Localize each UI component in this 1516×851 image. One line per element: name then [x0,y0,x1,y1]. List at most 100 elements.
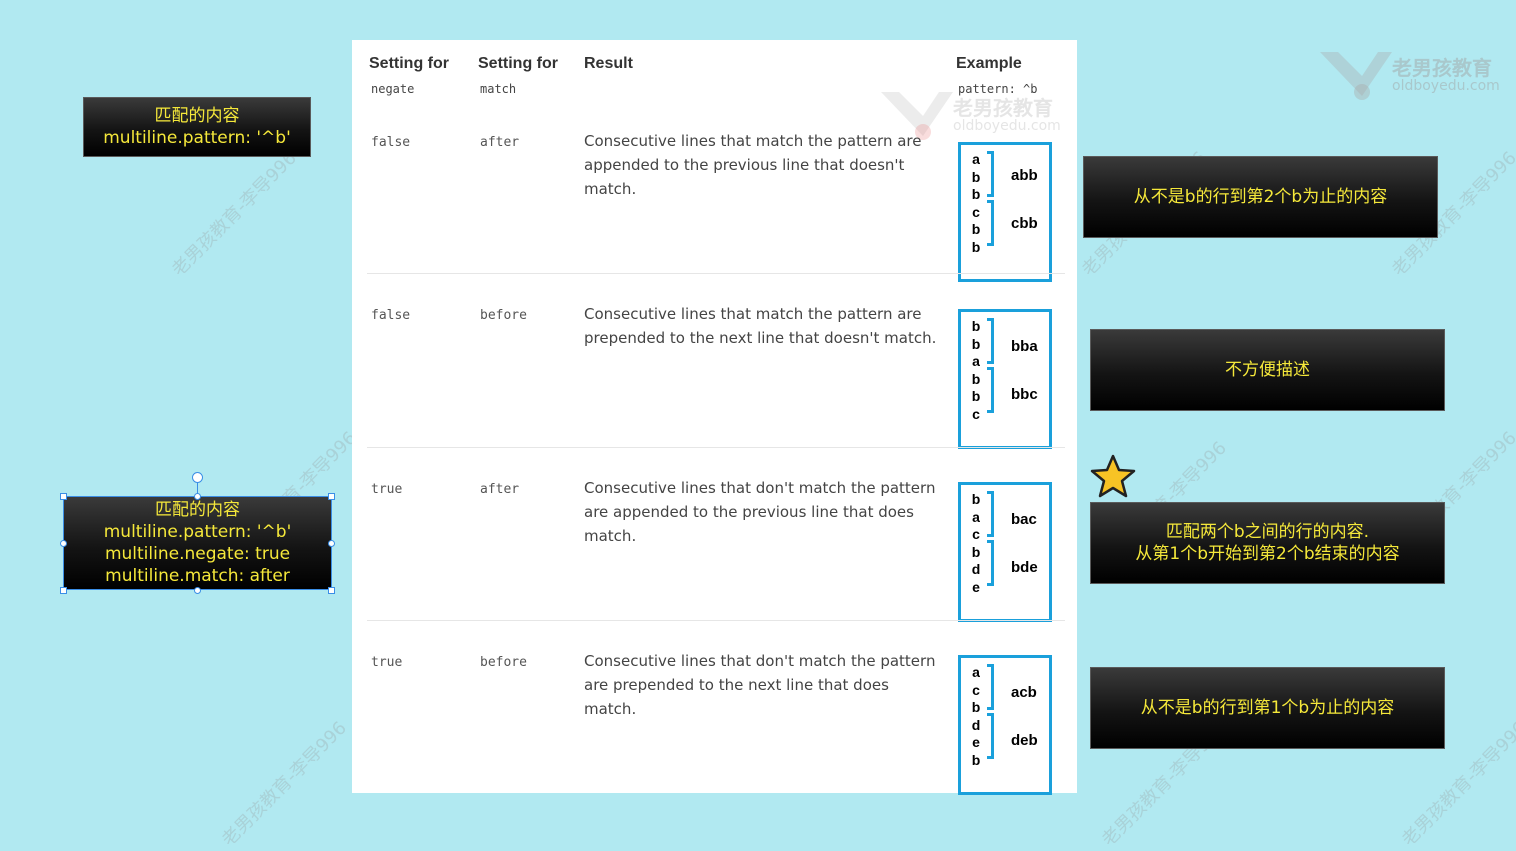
resize-handle-nw[interactable] [60,493,67,500]
oldboy-logo-watermark: 老男孩教育 oldboyedu.com [1316,46,1500,106]
example-box: a b b c b b abb cbb [958,142,1052,282]
example-line: b [971,238,981,255]
example-lines: a b b c b b [969,151,983,257]
note-line: 匹配的内容 [154,106,240,126]
note-line: 匹配的内容 [155,500,240,520]
example-line: b [971,168,981,185]
note-left-bottom[interactable]: 匹配的内容 multiline.pattern: '^b' multiline.… [63,496,332,590]
example-line: b [971,699,981,716]
example-group-2: bde [1011,559,1038,576]
example-box: a c b d e b acb deb [958,655,1052,795]
header-negate-title: Setting for [369,55,449,72]
header-match-title: Setting for [478,55,558,72]
header-result: Result [584,55,633,72]
example-line: c [972,681,980,698]
header-example: Example [956,55,1022,72]
note-right-2[interactable]: 不方便描述 [1090,329,1445,411]
resize-handle-se[interactable] [328,587,335,594]
cell-match: before [480,655,527,670]
example-line: d [971,561,981,578]
resize-handle-e[interactable] [328,540,335,547]
watermark-brand: 老男孩教育 [953,96,1053,120]
example-line: d [971,716,981,733]
watermark-text: 老男孩教育-李导996 [218,717,351,851]
resize-handle-s[interactable] [194,587,201,594]
example-lines: b a c b d e [969,491,983,597]
group-bracket [987,713,994,759]
example-line: a [972,508,980,525]
cell-negate: false [371,308,411,323]
cell-match: before [480,308,527,323]
example-lines: b b a b b c [969,318,983,424]
group-bracket [987,491,994,537]
group-bracket [987,151,994,197]
example-group-2: bbc [1011,386,1038,403]
example-group-1: abb [1011,167,1038,184]
multiline-settings-table: Setting for negate Setting for match Res… [352,40,1077,795]
group-bracket [987,367,994,413]
example-line: b [971,370,981,387]
group-bracket [987,200,994,246]
header-match-code: match [480,82,517,96]
resize-handle-ne[interactable] [328,493,335,500]
cell-result: Consecutive lines that match the pattern… [584,132,922,198]
star-icon [1090,454,1136,498]
note-line: 从不是b的行到第1个b为止的内容 [1140,698,1395,718]
example-box: b a c b d e bac bde [958,482,1052,622]
header-negate-code: negate [371,82,415,96]
note-line: multiline.pattern: '^b' [103,522,292,542]
resize-handle-n[interactable] [194,493,201,500]
watermark-brand: 老男孩教育 [1392,56,1492,80]
note-line: 不方便描述 [1225,360,1310,380]
note-line: multiline.negate: true [104,544,291,564]
example-group-2: deb [1011,732,1038,749]
note-left-top[interactable]: 匹配的内容 multiline.pattern: '^b' [83,97,311,157]
cell-negate: true [371,655,403,670]
example-line: b [971,186,981,203]
row-divider [367,620,1065,621]
example-line: b [971,335,981,352]
cell-match: after [480,482,520,497]
example-line: b [971,388,981,405]
note-right-1[interactable]: 从不是b的行到第2个b为止的内容 [1083,156,1438,238]
example-line: c [972,203,980,220]
note-right-4[interactable]: 从不是b的行到第1个b为止的内容 [1090,667,1445,749]
watermark-text: 老男孩教育-李导996 [168,147,301,281]
cell-result: Consecutive lines that don't match the p… [584,479,936,545]
watermark-site: oldboyedu.com [1392,78,1500,94]
example-line: b [971,751,981,768]
row-divider [367,273,1065,274]
example-line: b [971,318,981,334]
example-line: e [972,734,980,751]
resize-handle-w[interactable] [60,540,67,547]
example-line: a [972,151,980,167]
group-bracket [987,540,994,586]
row-divider [367,447,1065,448]
resize-handle-sw[interactable] [60,587,67,594]
example-group-1: acb [1011,684,1037,701]
watermark-site: oldboyedu.com [953,118,1061,134]
example-group-1: bac [1011,511,1037,528]
example-line: e [972,578,980,595]
example-lines: a c b d e b [969,664,983,770]
group-bracket [987,664,994,710]
group-bracket [987,318,994,364]
cell-result: Consecutive lines that don't match the p… [584,652,936,718]
example-line: b [971,543,981,560]
example-line: b [971,221,981,238]
cell-result: Consecutive lines that match the pattern… [584,305,937,347]
oldboy-logo-icon [1320,52,1392,100]
cell-match: after [480,135,520,150]
example-group-2: cbb [1011,215,1038,232]
note-right-3[interactable]: 匹配两个b之间的行的内容. 从第1个b开始到第2个b结束的内容 [1090,502,1445,584]
cell-negate: false [371,135,411,150]
example-line: c [972,526,980,543]
example-line: c [972,405,980,422]
example-group-1: bba [1011,338,1038,355]
header-example-pattern: pattern: ^b [958,82,1038,96]
note-line: 从第1个b开始到第2个b结束的内容 [1135,544,1400,564]
example-line: b [971,491,981,507]
example-box: b b a b b c bba bbc [958,309,1052,449]
rotate-handle[interactable] [192,472,203,483]
note-line: multiline.pattern: '^b' [103,128,291,148]
